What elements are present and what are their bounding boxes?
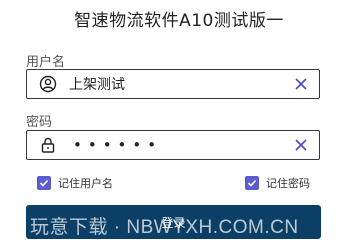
lock-icon bbox=[37, 136, 59, 154]
remember-password-checkbox[interactable]: 记住密码 bbox=[245, 175, 310, 191]
password-input[interactable]: •••••• bbox=[73, 136, 293, 154]
login-button-label: 登录 bbox=[161, 215, 186, 230]
username-label: 用户名 bbox=[26, 55, 66, 70]
checkmark-icon bbox=[245, 176, 259, 190]
close-icon[interactable] bbox=[293, 137, 309, 153]
password-field[interactable]: •••••• bbox=[26, 130, 320, 160]
remember-username-label: 记住用户名 bbox=[58, 177, 113, 190]
username-input[interactable]: 上架测试 bbox=[69, 74, 293, 94]
remember-password-label: 记住密码 bbox=[266, 177, 310, 190]
user-circle-icon bbox=[37, 75, 59, 93]
remember-username-checkbox[interactable]: 记住用户名 bbox=[37, 175, 113, 191]
username-field[interactable]: 上架测试 bbox=[26, 69, 320, 99]
close-icon[interactable] bbox=[293, 76, 309, 92]
checkmark-icon bbox=[37, 176, 51, 190]
login-button[interactable]: 登录 bbox=[26, 205, 321, 239]
password-label: 密码 bbox=[26, 115, 53, 130]
app-title: 智速物流软件A10测试版一 bbox=[74, 11, 284, 31]
